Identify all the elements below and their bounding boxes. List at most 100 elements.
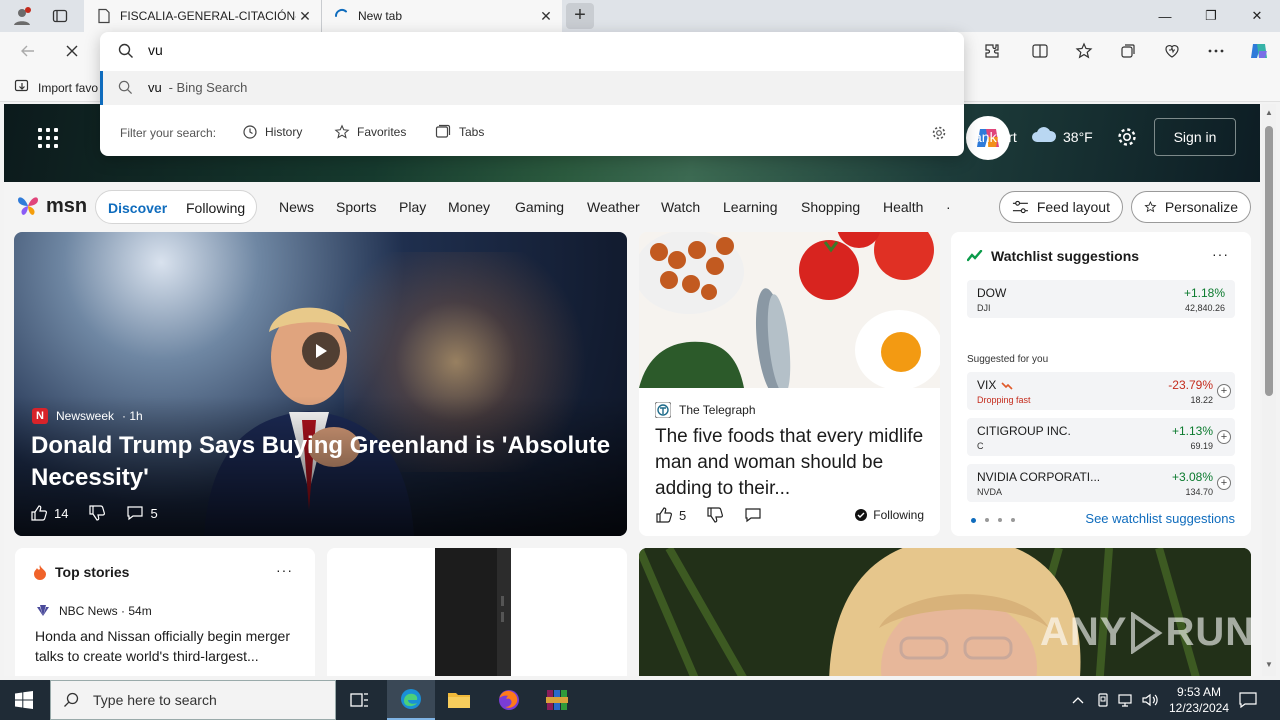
weather-city[interactable]: ankfurt	[974, 129, 1017, 145]
weather-temperature[interactable]: 38°F	[1063, 129, 1093, 145]
thumbs-up-icon[interactable]	[655, 506, 673, 524]
close-window-button[interactable]: ✕	[1234, 0, 1280, 32]
copilot-icon[interactable]	[1248, 40, 1270, 62]
following-indicator[interactable]: Following	[855, 508, 924, 522]
start-button[interactable]	[0, 680, 48, 720]
add-to-watchlist-button[interactable]: +	[1217, 476, 1231, 490]
nav-gaming[interactable]: Gaming	[515, 199, 564, 215]
tray-volume-icon[interactable]	[1140, 680, 1160, 720]
address-bar-input[interactable]	[148, 42, 928, 58]
tab-new-tab[interactable]: New tab ✕	[322, 0, 562, 32]
feed-layout-button[interactable]: Feed layout	[999, 191, 1123, 223]
personalize-button[interactable]: Personalize	[1131, 191, 1251, 223]
thumbs-down-icon[interactable]	[706, 506, 724, 524]
taskbar-clock[interactable]: 9:53 AM 12/23/2024	[1162, 684, 1236, 716]
task-view-button[interactable]	[336, 680, 384, 720]
carousel-dot[interactable]	[998, 518, 1002, 522]
tab-title: New tab	[358, 9, 403, 23]
tab-close-button[interactable]: ✕	[297, 8, 313, 24]
comment-icon[interactable]	[744, 506, 762, 524]
telegraph-headline[interactable]: The five foods that every midlife man an…	[655, 424, 927, 502]
filter-favorites-button[interactable]: Favorites	[334, 124, 406, 140]
carousel-dot[interactable]	[1011, 518, 1015, 522]
tab-actions-icon[interactable]	[50, 6, 70, 26]
search-suggestion-bing[interactable]: vu - Bing Search	[100, 71, 964, 105]
tray-device-icon[interactable]	[1094, 680, 1112, 720]
apps-launcher-icon[interactable]	[38, 128, 58, 148]
tray-network-icon[interactable]	[1116, 680, 1136, 720]
add-to-watchlist-button[interactable]: +	[1217, 430, 1231, 444]
tab-discover[interactable]: Discover	[108, 200, 167, 216]
page-scrollbar[interactable]: ▲ ▼	[1262, 104, 1276, 676]
taskbar-file-explorer-app[interactable]	[435, 680, 483, 720]
back-arrow-icon[interactable]	[18, 41, 38, 61]
stock-row-dow[interactable]: DOW DJI +1.18% 42,840.26	[967, 280, 1235, 318]
favorites-star-icon[interactable]	[1074, 41, 1094, 61]
play-video-button[interactable]	[302, 332, 340, 370]
taskbar-firefox-app[interactable]	[485, 680, 533, 720]
hero-story-card[interactable]: N Newsweek · 1h Donald Trump Says Buying…	[14, 232, 627, 536]
minimize-button[interactable]: —	[1142, 0, 1188, 32]
watchlist-more-button[interactable]: ···	[1212, 246, 1229, 262]
nav-news[interactable]: News	[279, 199, 314, 215]
profile-avatar-icon[interactable]	[12, 6, 32, 26]
page-settings-gear-icon[interactable]	[1116, 126, 1138, 148]
stock-row-nvidia[interactable]: NVIDIA CORPORATI... NVDA +3.08% 134.70 +	[967, 464, 1235, 502]
show-hidden-icons-button[interactable]	[1068, 680, 1088, 720]
taskbar-winrar-app[interactable]	[533, 680, 581, 720]
more-menu-icon[interactable]	[1206, 41, 1226, 61]
action-center-button[interactable]	[1236, 680, 1260, 720]
carousel-dot-active[interactable]	[971, 518, 976, 523]
scroll-thumb[interactable]	[1265, 126, 1273, 396]
telegraph-story-card[interactable]: The Telegraph The five foods that every …	[639, 232, 940, 536]
stock-row-vix[interactable]: VIX Dropping fast -23.79% 18.22 +	[967, 372, 1235, 410]
history-clock-icon	[243, 125, 257, 139]
nav-shopping[interactable]: Shopping	[801, 199, 860, 215]
extensions-icon[interactable]	[982, 41, 1002, 61]
telegraph-source[interactable]: The Telegraph	[655, 402, 756, 418]
filter-history-button[interactable]: History	[242, 124, 302, 140]
new-tab-button[interactable]: +	[566, 3, 594, 29]
scroll-down-arrow-icon[interactable]: ▼	[1265, 660, 1273, 669]
telegraph-logo-icon	[655, 402, 671, 418]
stop-loading-icon[interactable]	[62, 41, 82, 61]
product-ad-card[interactable]	[327, 548, 627, 676]
stock-row-citigroup[interactable]: CITIGROUP INC. C +1.13% 69.19 +	[967, 418, 1235, 456]
maximize-button[interactable]: ❐	[1188, 0, 1234, 32]
carousel-dot[interactable]	[985, 518, 989, 522]
sign-in-button[interactable]: Sign in	[1154, 118, 1236, 156]
comment-icon[interactable]	[126, 504, 144, 522]
nav-play[interactable]: Play	[399, 199, 426, 215]
nav-learning[interactable]: Learning	[723, 199, 778, 215]
nav-sports[interactable]: Sports	[336, 199, 376, 215]
thumbs-down-icon[interactable]	[88, 504, 106, 522]
tab-fiscalia[interactable]: FISCALIA-GENERAL-CITACIÓN-P ✕	[84, 0, 322, 32]
tab-close-button[interactable]: ✕	[538, 8, 554, 24]
msn-logo[interactable]: msn	[16, 194, 87, 218]
hero-source[interactable]: N Newsweek · 1h	[32, 408, 143, 424]
taskbar-edge-app[interactable]	[387, 680, 435, 720]
falling-trend-icon	[1001, 378, 1013, 396]
see-watchlist-suggestions-link[interactable]: See watchlist suggestions	[1085, 511, 1235, 526]
collections-icon[interactable]	[1118, 41, 1138, 61]
tab-following[interactable]: Following	[186, 200, 245, 216]
filter-tabs-button[interactable]: Tabs	[435, 124, 484, 140]
nav-watch[interactable]: Watch	[661, 199, 700, 215]
taskbar-search-box[interactable]: Type here to search	[50, 680, 336, 720]
top-story-headline[interactable]: Honda and Nissan officially begin merger…	[35, 626, 303, 666]
nav-health[interactable]: Health	[883, 199, 923, 215]
thumbs-up-icon[interactable]	[30, 504, 48, 522]
top-story-source[interactable]: NBC News · 54m	[35, 604, 152, 618]
nav-weather[interactable]: Weather	[587, 199, 640, 215]
scroll-up-arrow-icon[interactable]: ▲	[1265, 108, 1273, 117]
personalize-label: Personalize	[1164, 199, 1238, 215]
add-to-watchlist-button[interactable]: +	[1217, 384, 1231, 398]
nav-overflow[interactable]: ·	[946, 199, 951, 215]
hero-headline[interactable]: Donald Trump Says Buying Greenland is 'A…	[31, 430, 611, 494]
split-screen-icon[interactable]	[1030, 41, 1050, 61]
search-settings-gear-icon[interactable]	[931, 125, 947, 144]
nav-money[interactable]: Money	[448, 199, 490, 215]
import-favorites-button[interactable]: Import favo	[14, 78, 98, 97]
browser-essentials-icon[interactable]	[1162, 41, 1182, 61]
top-stories-more-button[interactable]: ···	[276, 562, 293, 578]
